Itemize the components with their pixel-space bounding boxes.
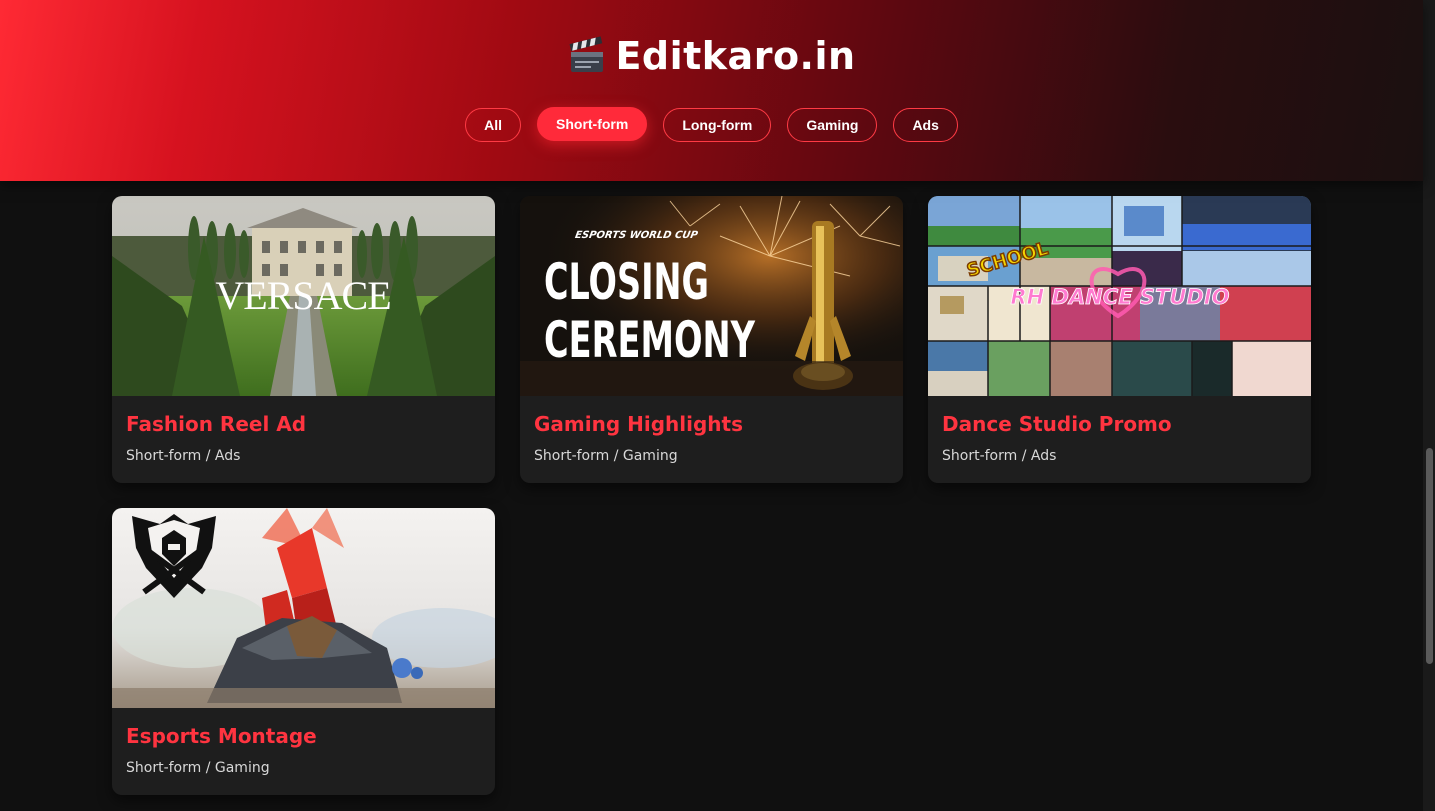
filter-ads-button[interactable]: Ads	[893, 108, 958, 142]
page-scrollbar[interactable]	[1423, 0, 1435, 811]
card-category: Short-form / Gaming	[126, 760, 270, 776]
card-category: Short-form / Ads	[942, 448, 1057, 464]
filter-bar: All Short-form Long-form Gaming Ads	[0, 106, 1423, 142]
video-thumbnail[interactable]: VERSACE	[112, 196, 495, 396]
card-category: Short-form / Ads	[126, 448, 241, 464]
video-card-esports-montage[interactable]: Esports Montage Short-form / Gaming	[112, 508, 495, 795]
site-header: Editkaro.in All Short-form Long-form Gam…	[0, 0, 1423, 181]
card-title[interactable]: Gaming Highlights	[534, 412, 743, 436]
dance-thumbnail-image: SCHOOL RH DANCE STUDIO	[928, 196, 1311, 396]
brand[interactable]: Editkaro.in	[0, 34, 1423, 78]
thumb-brand-text: VERSACE	[215, 273, 390, 318]
filter-all-button[interactable]: All	[465, 108, 521, 142]
thumb-heading-line1: CLOSING	[544, 253, 709, 311]
thumb-studio-label: RH DANCE STUDIO	[1011, 285, 1230, 309]
esports-thumbnail-image	[112, 508, 495, 708]
card-title[interactable]: Dance Studio Promo	[942, 412, 1172, 436]
filter-long-form-button[interactable]: Long-form	[663, 108, 772, 142]
thumb-heading-line2: CEREMONY	[544, 311, 756, 369]
filter-short-form-button[interactable]: Short-form	[537, 106, 648, 141]
card-title[interactable]: Fashion Reel Ad	[126, 412, 306, 436]
site-title: Editkaro.in	[615, 34, 856, 78]
gaming-thumbnail-image: ESPORTS WORLD CUP CLOSING CEREMONY	[520, 196, 903, 396]
fashion-thumbnail-image: VERSACE	[112, 196, 495, 396]
filter-gaming-button[interactable]: Gaming	[787, 108, 878, 142]
video-thumbnail[interactable]: ESPORTS WORLD CUP CLOSING CEREMONY	[520, 196, 903, 396]
video-card-fashion-reel[interactable]: VERSACE Fashion Reel Ad Short-form / Ads	[112, 196, 495, 483]
video-thumbnail[interactable]	[112, 508, 495, 708]
video-thumbnail[interactable]: SCHOOL RH DANCE STUDIO	[928, 196, 1311, 396]
scrollbar-thumb[interactable]	[1426, 448, 1433, 664]
video-card-gaming-highlights[interactable]: ESPORTS WORLD CUP CLOSING CEREMONY Gamin…	[520, 196, 903, 483]
card-title[interactable]: Esports Montage	[126, 724, 317, 748]
thumb-event-label: ESPORTS WORLD CUP	[574, 230, 699, 241]
card-category: Short-form / Gaming	[534, 448, 678, 464]
clapperboard-icon	[569, 36, 604, 72]
video-card-dance-studio[interactable]: SCHOOL RH DANCE STUDIO Dance Studio Prom…	[928, 196, 1311, 483]
